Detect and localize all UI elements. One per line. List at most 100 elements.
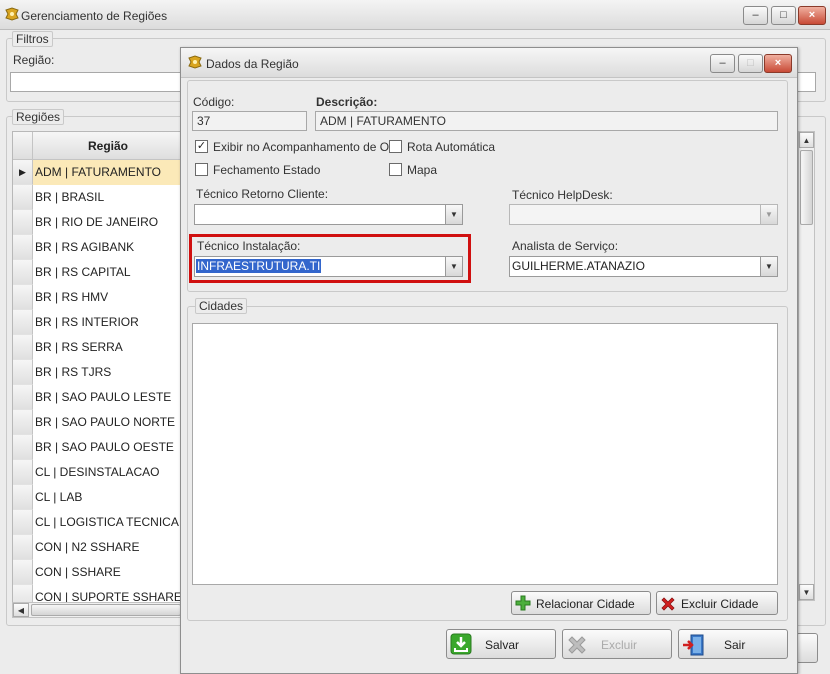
table-row[interactable]: BR | RS AGIBANK (13, 235, 180, 260)
main-maximize-button[interactable]: □ (771, 6, 796, 25)
regions-legend: Regiões (12, 109, 65, 125)
region-cell: BR | SAO PAULO LESTE (35, 390, 172, 404)
row-header[interactable] (13, 460, 33, 485)
table-row[interactable]: BR | RS CAPITAL (13, 260, 180, 285)
analista-servico-combo[interactable]: GUILHERME.ATANAZIO ▼ (509, 256, 778, 277)
table-row[interactable]: BR | RS SERRA (13, 335, 180, 360)
excluir-cidade-button[interactable]: Excluir Cidade (656, 591, 778, 615)
row-header[interactable] (13, 360, 33, 385)
delete-x-icon (568, 636, 586, 654)
table-row[interactable]: BR | BRASIL (13, 185, 180, 210)
main-window-title: Gerenciamento de Regiões (21, 9, 168, 23)
grid-hscroll-thumb[interactable] (31, 604, 181, 616)
table-row[interactable]: BR | SAO PAULO NORTE (13, 410, 180, 435)
analista-servico-label: Analista de Serviço: (512, 239, 619, 253)
scroll-down-icon[interactable]: ▼ (799, 584, 814, 600)
main-close-button[interactable]: × (798, 6, 826, 25)
region-cell: BR | RIO DE JANEIRO (35, 215, 159, 229)
rota-automatica-checkbox[interactable] (389, 140, 402, 153)
fechamento-estado-label: Fechamento Estado (213, 163, 321, 177)
tecnico-helpdesk-combo[interactable]: ▼ (509, 204, 778, 225)
table-row[interactable]: BR | RIO DE JANEIRO (13, 210, 180, 235)
tecnico-instalacao-value: INFRAESTRUTURA.TI (196, 259, 322, 273)
table-row[interactable]: BR | RS INTERIOR (13, 310, 180, 335)
mapa-label: Mapa (407, 163, 438, 177)
region-cell: BR | RS HMV (35, 290, 109, 304)
table-row[interactable]: BR | RS TJRS (13, 360, 180, 385)
cidades-list[interactable] (192, 323, 778, 585)
row-header[interactable] (13, 510, 33, 535)
chevron-down-icon[interactable]: ▼ (445, 205, 462, 224)
dialog-minimize-button[interactable]: – (710, 54, 735, 73)
relacionar-cidade-label: Relacionar Cidade (536, 597, 635, 611)
row-header[interactable] (13, 235, 33, 260)
tecnico-instalacao-combo[interactable]: INFRAESTRUTURA.TI ▼ (194, 256, 463, 277)
region-cell: BR | SAO PAULO NORTE (35, 415, 176, 429)
table-row[interactable]: BR | SAO PAULO LESTE (13, 385, 180, 410)
table-row[interactable]: CL | DESINSTALACAO (13, 460, 180, 485)
table-row[interactable]: CL | LOGISTICA TECNICA (13, 510, 180, 535)
chevron-down-icon[interactable]: ▼ (445, 257, 462, 276)
region-cell: BR | SAO PAULO OESTE (35, 440, 174, 454)
salvar-button[interactable]: Salvar (446, 629, 556, 659)
sair-label: Sair (724, 638, 746, 652)
fechamento-estado-checkbox[interactable] (195, 163, 208, 176)
table-row[interactable]: BR | RS HMV (13, 285, 180, 310)
exibir-acompanhamento-checkbox[interactable]: ✓ (195, 140, 208, 153)
row-header[interactable] (13, 535, 33, 560)
region-cell: BR | RS AGIBANK (35, 240, 135, 254)
tecnico-retorno-combo[interactable]: ▼ (194, 204, 463, 225)
app-logo-icon (5, 7, 19, 21)
relacionar-cidade-button[interactable]: Relacionar Cidade (511, 591, 651, 615)
chevron-down-icon[interactable]: ▼ (760, 205, 777, 224)
tecnico-helpdesk-label: Técnico HelpDesk: (512, 188, 613, 202)
grid-horizontal-scrollbar[interactable]: ◀ (12, 602, 182, 618)
chevron-down-icon[interactable]: ▼ (760, 257, 777, 276)
main-vscroll-thumb[interactable] (800, 150, 813, 225)
region-cell: CL | DESINSTALACAO (35, 465, 160, 479)
mapa-checkbox[interactable] (389, 163, 402, 176)
table-row[interactable]: CON | N2 SSHARE (13, 535, 180, 560)
download-save-icon (450, 633, 472, 655)
main-minimize-button[interactable]: – (743, 6, 768, 25)
sair-button[interactable]: Sair (678, 629, 788, 659)
rota-automatica-label: Rota Automática (407, 140, 496, 154)
cidades-legend: Cidades (195, 298, 248, 314)
scroll-up-icon[interactable]: ▲ (799, 132, 814, 148)
main-window-titlebar: Gerenciamento de Regiões – □ × (0, 0, 830, 30)
region-column-header[interactable]: Região (33, 132, 183, 160)
row-header[interactable] (13, 285, 33, 310)
dialog-close-button[interactable]: × (764, 54, 792, 73)
row-header[interactable] (13, 560, 33, 585)
descricao-field[interactable]: ADM | FATURAMENTO (315, 111, 778, 131)
region-cell: CL | LOGISTICA TECNICA (35, 515, 179, 529)
table-row[interactable]: BR | SAO PAULO OESTE (13, 435, 180, 460)
row-header[interactable] (13, 485, 33, 510)
filters-legend: Filtros (12, 31, 53, 47)
row-header[interactable] (13, 385, 33, 410)
row-header[interactable] (13, 185, 33, 210)
main-vertical-scrollbar[interactable]: ▲ ▼ (798, 131, 815, 601)
scroll-left-icon[interactable]: ◀ (13, 603, 29, 617)
row-header[interactable] (13, 410, 33, 435)
region-cell: ADM | FATURAMENTO (35, 165, 162, 179)
region-cell: CON | N2 SSHARE (35, 540, 140, 554)
exibir-acompanhamento-label: Exibir no Acompanhamento de OS (213, 140, 398, 154)
row-header[interactable] (13, 335, 33, 360)
main-hidden-button[interactable] (796, 633, 818, 663)
table-row[interactable]: CON | SSHARE (13, 560, 180, 585)
table-row[interactable]: CL | LAB (13, 485, 180, 510)
region-cell: BR | RS CAPITAL (35, 265, 131, 279)
dialog-title: Dados da Região (206, 57, 299, 71)
region-cell: BR | BRASIL (35, 190, 105, 204)
row-header[interactable] (13, 260, 33, 285)
analista-servico-value: GUILHERME.ATANAZIO (512, 259, 645, 273)
row-header[interactable] (13, 310, 33, 335)
delete-x-icon (661, 597, 675, 611)
codigo-field[interactable]: 37 (192, 111, 307, 131)
excluir-label: Excluir (601, 638, 638, 652)
row-header[interactable]: ▶ (13, 160, 33, 185)
row-header[interactable] (13, 210, 33, 235)
row-header[interactable] (13, 435, 33, 460)
table-row[interactable]: ▶ ADM | FATURAMENTO (13, 160, 180, 185)
